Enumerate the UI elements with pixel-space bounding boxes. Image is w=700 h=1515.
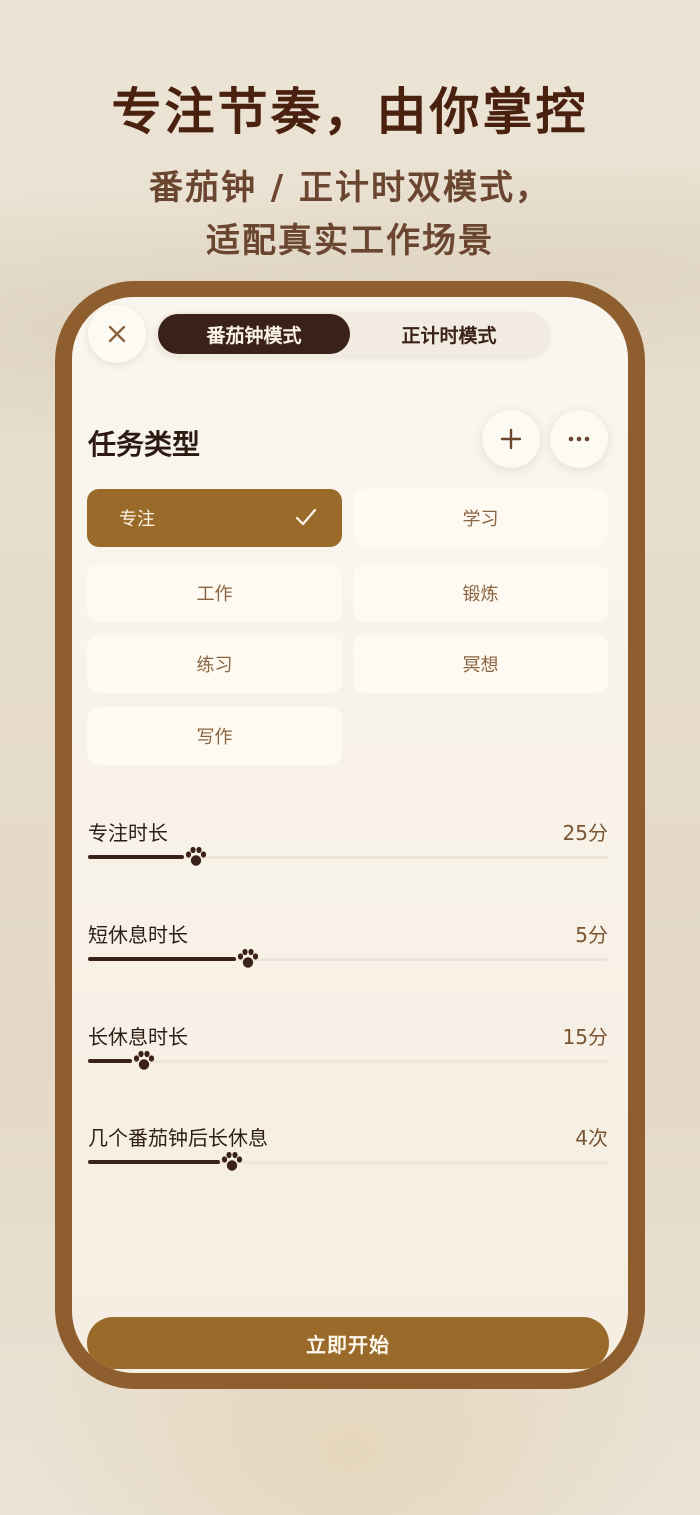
start-now-button[interactable]: 立即开始	[87, 1317, 609, 1369]
focus-duration-setting: 专注时长 25分	[88, 817, 608, 887]
slider-track[interactable]	[88, 1060, 608, 1063]
task-chip-label: 工作	[196, 584, 233, 605]
task-chip-label: 练习	[196, 655, 233, 676]
short-break-setting: 短休息时长 5分	[88, 919, 608, 989]
task-chip-work[interactable]: 工作	[87, 564, 342, 622]
paw-slider-thumb-icon[interactable]	[235, 946, 261, 972]
task-chip-label: 专注	[119, 509, 155, 530]
slider-fill	[88, 1059, 132, 1063]
more-options-button[interactable]	[550, 410, 608, 468]
setting-value: 5分	[575, 923, 608, 947]
slider-fill	[88, 957, 236, 961]
long-break-setting: 长休息时长 15分	[88, 1021, 608, 1091]
paw-slider-thumb-icon[interactable]	[219, 1149, 245, 1175]
setting-value: 15分	[562, 1025, 608, 1049]
slider-fill	[88, 1160, 221, 1164]
task-chip-label: 冥想	[462, 655, 499, 676]
task-type-title: 任务类型	[88, 428, 201, 461]
task-chip-practice[interactable]: 练习	[87, 635, 342, 693]
paw-slider-thumb-icon[interactable]	[183, 844, 209, 870]
task-chip-label: 写作	[196, 727, 233, 748]
promo-subline-2: 适配真实工作场景	[206, 221, 494, 261]
task-chip-exercise[interactable]: 锻炼	[353, 564, 608, 622]
setting-label: 长休息时长	[88, 1025, 188, 1049]
plus-icon	[500, 428, 522, 450]
phone-screen: 番茄钟模式 正计时模式 任务类型 专注 学习 工作 锻炼 练习 冥想 写作 专注…	[72, 297, 628, 1373]
add-task-type-button[interactable]	[482, 410, 540, 468]
task-chip-study[interactable]: 学习	[353, 489, 608, 547]
slider-fill	[88, 855, 184, 859]
task-chip-label: 锻炼	[462, 584, 499, 605]
promo-subline: 番茄钟 / 正计时双模式，	[148, 168, 552, 208]
paw-slider-thumb-icon[interactable]	[131, 1048, 157, 1074]
tab-pomodoro-mode[interactable]: 番茄钟模式	[158, 314, 350, 354]
promo-headline: 专注节奏，由你掌控	[111, 83, 589, 141]
phone-frame: 番茄钟模式 正计时模式 任务类型 专注 学习 工作 锻炼 练习 冥想 写作 专注…	[55, 281, 645, 1389]
close-icon	[108, 325, 126, 343]
mode-toggle: 番茄钟模式 正计时模式	[155, 312, 550, 356]
setting-label: 几个番茄钟后长休息	[88, 1126, 268, 1150]
task-chip-writing[interactable]: 写作	[87, 707, 342, 765]
ellipsis-icon	[568, 436, 590, 442]
tab-stopwatch-mode[interactable]: 正计时模式	[353, 314, 545, 354]
setting-label: 专注时长	[88, 821, 168, 845]
long-break-interval-setting: 几个番茄钟后长休息 4次	[88, 1122, 608, 1192]
setting-value: 25分	[562, 821, 608, 845]
task-chip-label: 学习	[462, 509, 499, 530]
close-button[interactable]	[88, 305, 146, 363]
task-chip-meditation[interactable]: 冥想	[353, 635, 608, 693]
checkmark-icon	[295, 508, 317, 526]
task-chip-focus[interactable]: 专注	[87, 489, 342, 547]
setting-label: 短休息时长	[88, 923, 188, 947]
setting-value: 4次	[575, 1126, 608, 1150]
